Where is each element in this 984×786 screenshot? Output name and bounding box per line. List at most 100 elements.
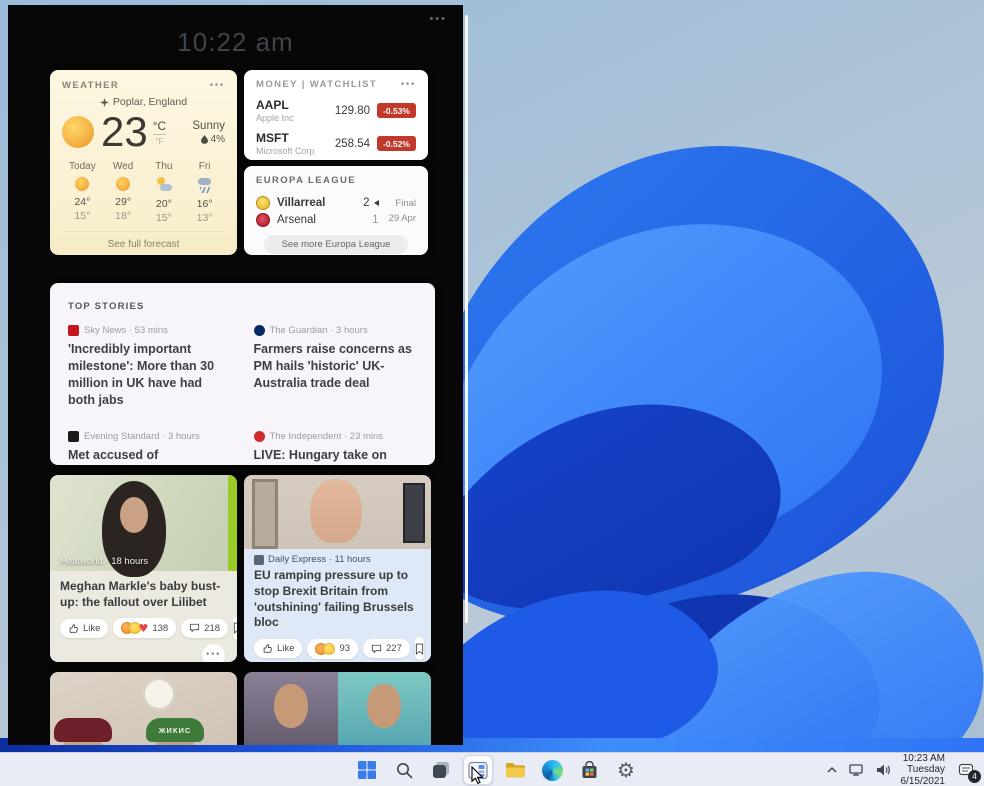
news-headline[interactable]: EU ramping pressure up to stop Brexit Br… <box>254 568 421 631</box>
task-view-button[interactable] <box>426 755 456 785</box>
story-headline[interactable]: 'Incredibly important milestone': More t… <box>68 341 232 409</box>
story-headline[interactable]: Farmers raise concerns as PM hails 'hist… <box>254 341 418 392</box>
bookmark-icon <box>415 643 424 655</box>
story-meta: The Guardian · 3 hours <box>270 325 368 336</box>
network-icon[interactable] <box>848 763 866 777</box>
search-icon <box>395 761 414 780</box>
news-headline[interactable]: Meghan Markle's baby bust-up: the fallou… <box>60 579 227 611</box>
bookmark-button[interactable] <box>415 637 424 660</box>
see-more-europa-league-link[interactable]: See more Europa League <box>264 235 408 254</box>
weather-temp: 23 <box>101 111 148 153</box>
stock-price: 258.54 <box>335 138 370 150</box>
edge-icon <box>542 760 563 781</box>
card-more-button[interactable]: ••• <box>202 644 225 662</box>
reactions-count[interactable]: ♥ 138 <box>113 618 176 638</box>
stock-change-badge: -0.52% <box>377 136 416 151</box>
news-card[interactable]: Daily Express · 11 hours EU ramping pres… <box>244 475 431 662</box>
reactions-count[interactable]: 93 <box>307 639 358 659</box>
settings-button[interactable]: ⚙ <box>611 755 641 785</box>
team-name: Arsenal <box>277 214 316 226</box>
sky-news-icon <box>68 325 79 336</box>
stock-symbol: AAPL <box>256 98 335 112</box>
reaction-emoji-icons <box>315 643 335 655</box>
see-full-forecast-link[interactable]: See full forecast <box>62 231 225 255</box>
windows-logo-icon <box>357 760 377 780</box>
tray-clock[interactable]: 10:23 AM Tuesday 6/15/2021 <box>901 753 946 786</box>
file-explorer-button[interactable] <box>500 755 530 785</box>
europa-title: EUROPA LEAGUE <box>256 175 356 186</box>
story-item[interactable]: Sky News · 53 mins 'Incredibly important… <box>68 325 232 409</box>
guardian-icon <box>254 325 265 336</box>
green-cap-photo-detail: ЖИКИС <box>146 718 204 742</box>
location-icon <box>100 98 109 107</box>
forecast-day: Fri 16° 13° <box>184 161 225 224</box>
winner-indicator-icon <box>374 200 379 206</box>
evening-standard-icon <box>68 431 79 442</box>
top-stories-title: TOP STORIES <box>68 301 145 312</box>
news-card[interactable]: ЖИКИС <box>50 672 237 745</box>
stock-change-badge: -0.53% <box>377 103 416 118</box>
news-card[interactable]: Heatworld · 18 hours Meghan Markle's bab… <box>50 475 237 662</box>
money-watchlist-widget[interactable]: MONEY | WATCHLIST ••• AAPL Apple Inc 129… <box>244 70 428 160</box>
notification-center-button[interactable]: 4 <box>954 758 978 782</box>
partly-rainy-icon <box>156 177 172 193</box>
stock-company: Microsoft Corp <box>256 146 335 156</box>
system-tray: 10:23 AM Tuesday 6/15/2021 4 <box>825 753 979 786</box>
top-stories-widget[interactable]: TOP STORIES Sky News · 53 mins 'Incredib… <box>50 283 435 465</box>
comments-count[interactable]: 218 <box>181 619 228 638</box>
search-button[interactable] <box>389 755 419 785</box>
tray-day: Tuesday <box>901 764 946 776</box>
weather-widget[interactable]: WEATHER ••• Poplar, England 23 °C °F Sun… <box>50 70 237 255</box>
store-button[interactable] <box>574 755 604 785</box>
stock-row[interactable]: MSFT Microsoft Corp 258.54 -0.52% <box>256 131 416 156</box>
story-meta: Sky News · 53 mins <box>84 325 168 336</box>
panel-more-icon[interactable]: ••• <box>429 13 447 25</box>
comments-count[interactable]: 227 <box>363 639 410 658</box>
stock-company: Apple Inc <box>256 113 335 123</box>
forecast-day: Wed 29° 18° <box>103 161 144 224</box>
money-more-icon[interactable]: ••• <box>401 80 416 90</box>
folder-icon <box>505 761 526 779</box>
story-item[interactable]: The Guardian · 3 hours Farmers raise con… <box>254 325 418 409</box>
sun-icon <box>62 116 94 148</box>
villarreal-crest-icon <box>256 196 270 210</box>
story-item[interactable]: The Independent · 23 mins LIVE: Hungary … <box>254 431 418 466</box>
weather-forecast: Today 24° 15° Wed 29° 18° Thu 20° 15° <box>62 161 225 224</box>
red-cap-photo-detail <box>54 718 112 742</box>
news-photo <box>244 475 431 549</box>
news-card[interactable] <box>244 672 431 745</box>
forecast-day: Thu 20° 15° <box>144 161 185 224</box>
like-button[interactable]: Like <box>254 639 302 658</box>
weather-title: WEATHER <box>62 80 119 91</box>
start-button[interactable] <box>352 755 382 785</box>
rainy-icon <box>197 177 213 193</box>
weather-more-icon[interactable]: ••• <box>210 81 225 91</box>
story-headline[interactable]: LIVE: Hungary take on Portugal in openin… <box>254 447 418 466</box>
money-title: MONEY | WATCHLIST <box>256 79 377 90</box>
news-meta: Heatworld · 18 hours <box>60 556 148 567</box>
stock-row[interactable]: AAPL Apple Inc 129.80 -0.53% <box>256 98 416 123</box>
thumbs-up-icon <box>262 643 273 654</box>
tray-date: 6/15/2021 <box>901 776 946 786</box>
panel-clock: 10:22 am <box>8 27 463 58</box>
bookmark-icon <box>233 622 237 634</box>
edge-browser-button[interactable] <box>537 755 567 785</box>
volume-icon[interactable] <box>875 763 892 777</box>
match-result: Villarreal 2 Arsenal 1 Final 29 Apr <box>256 193 416 230</box>
tray-chevron-up-icon[interactable] <box>825 764 839 776</box>
story-meta: The Independent · 23 mins <box>270 431 384 442</box>
like-button[interactable]: Like <box>60 619 108 638</box>
story-item[interactable]: Evening Standard · 3 hours Met accused o… <box>68 431 232 466</box>
thumbs-up-icon <box>68 623 79 634</box>
team-name: Villarreal <box>277 197 325 209</box>
stock-symbol: MSFT <box>256 131 335 145</box>
story-headline[interactable]: Met accused of 'institutional corruption… <box>68 447 232 466</box>
unit-fahrenheit[interactable]: °F <box>155 135 164 146</box>
arsenal-crest-icon <box>256 213 270 227</box>
panel-scrollbar[interactable] <box>465 15 468 623</box>
team-score: 2 <box>363 197 378 209</box>
daily-express-icon <box>254 555 264 565</box>
europa-league-widget[interactable]: EUROPA LEAGUE Villarreal 2 Arsenal <box>244 166 428 255</box>
unit-celsius[interactable]: °C <box>153 119 166 135</box>
bookmark-button[interactable] <box>233 617 237 640</box>
